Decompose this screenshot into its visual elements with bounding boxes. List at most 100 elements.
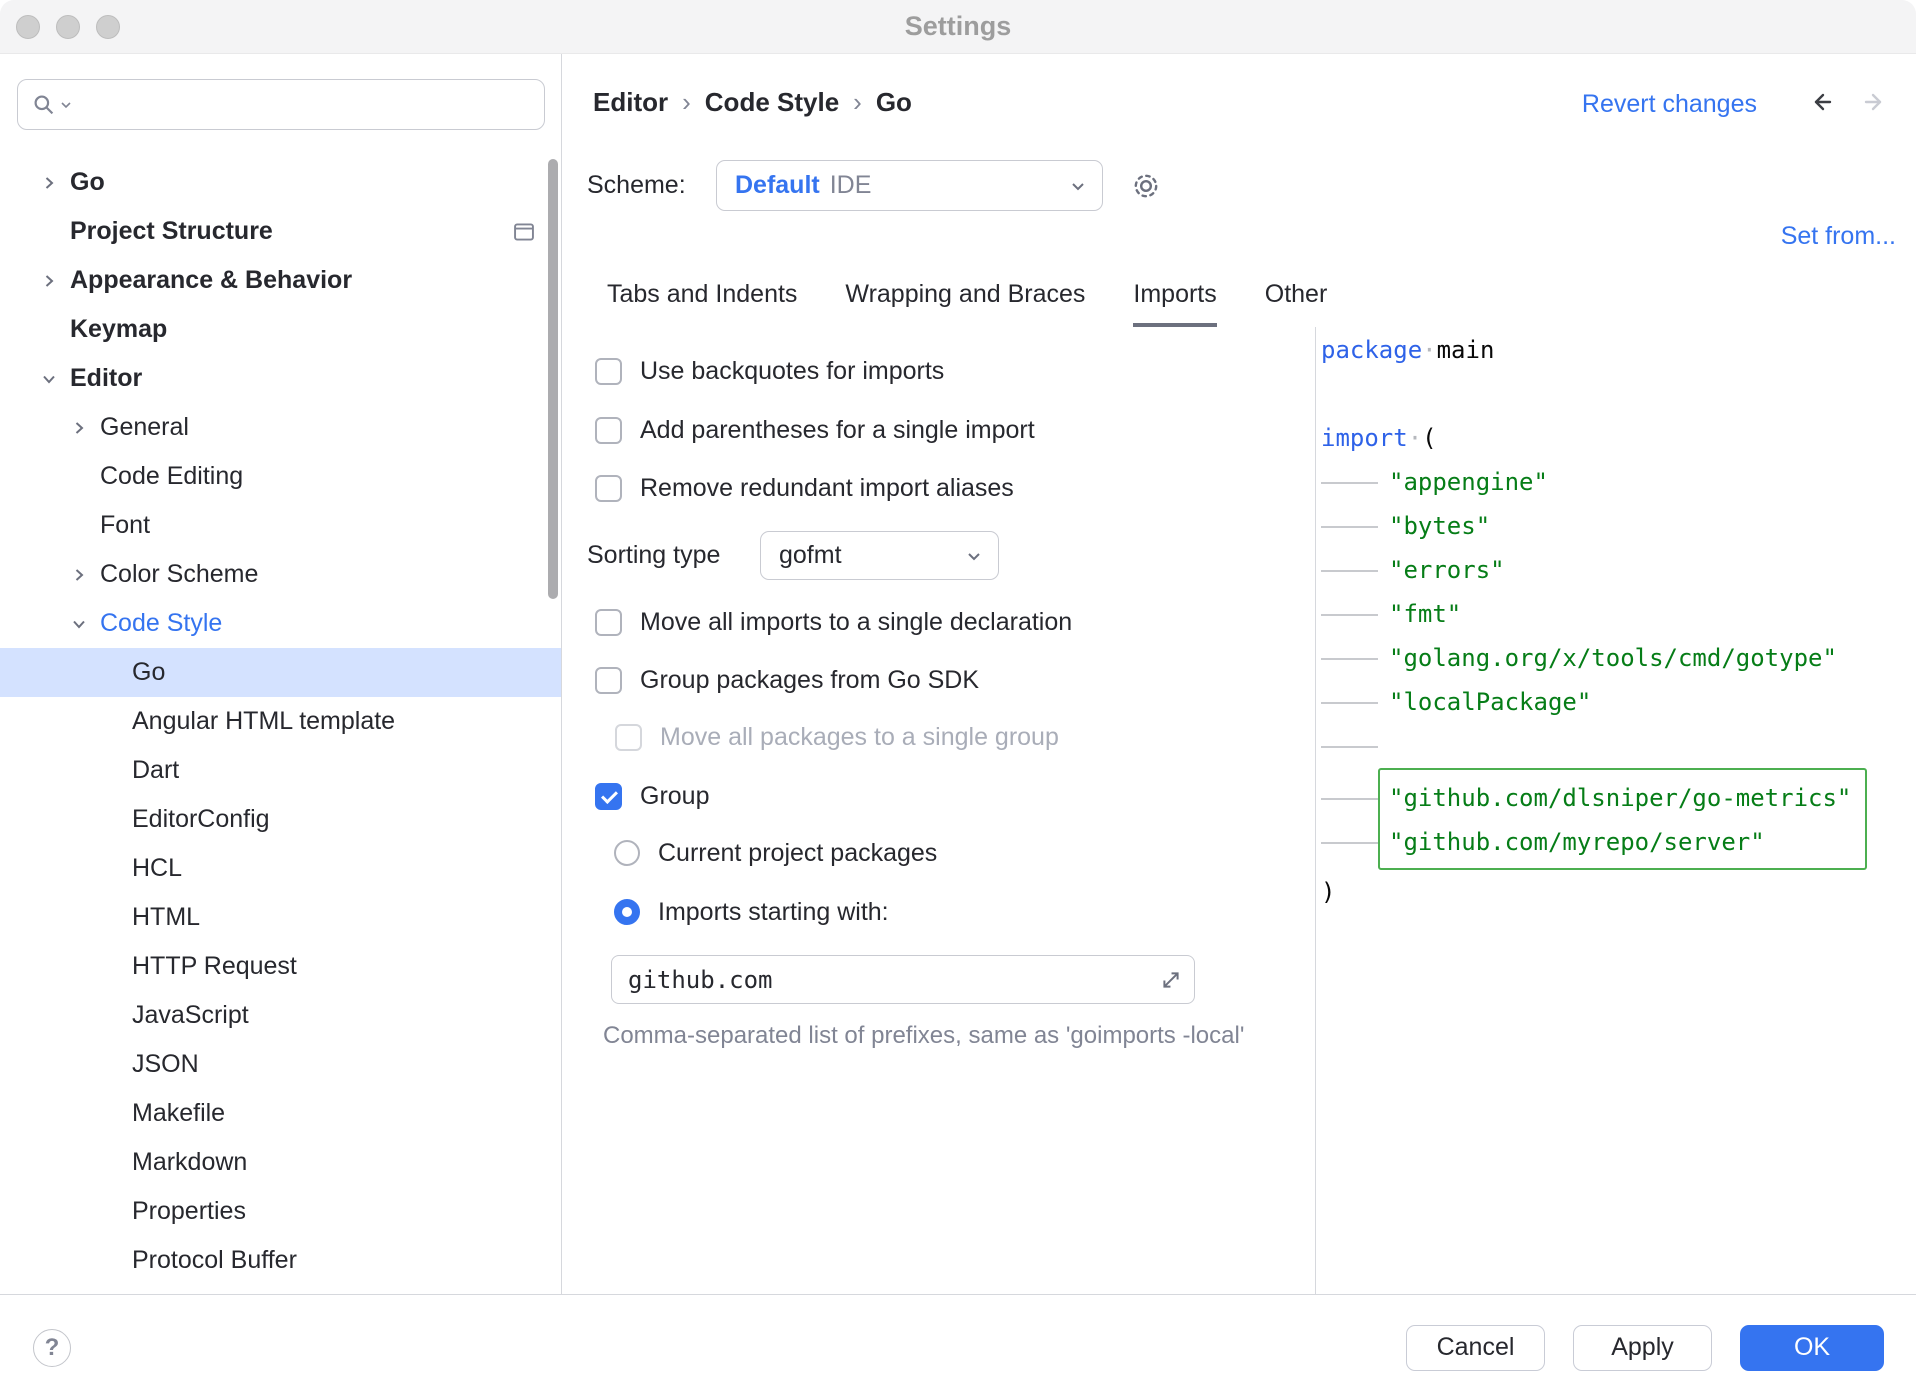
sidebar-item-editorconfig[interactable]: EditorConfig (0, 795, 561, 844)
option-add-parentheses[interactable]: Add parentheses for a single import (595, 413, 1035, 447)
scheme-value: Default (735, 171, 820, 200)
tab-label: Other (1265, 280, 1328, 308)
tab-imports[interactable]: Imports (1133, 280, 1216, 327)
chevron-right-icon[interactable] (40, 174, 70, 192)
sidebar-item-label: Editor (70, 364, 142, 393)
sidebar-item-properties[interactable]: Properties (0, 1187, 561, 1236)
radio-current-project-packages[interactable]: Current project packages (614, 836, 937, 870)
sidebar-item-appearance-behavior[interactable]: Appearance & Behavior (0, 256, 561, 305)
sidebar-item-protocol-buffer[interactable]: Protocol Buffer (0, 1236, 561, 1285)
chevron-down-icon[interactable] (40, 370, 70, 388)
prefix-hint: Comma-separated list of prefixes, same a… (603, 1022, 1244, 1050)
sidebar-item-label: EditorConfig (132, 805, 270, 834)
search-input[interactable] (76, 80, 530, 129)
apply-button[interactable]: Apply (1573, 1325, 1712, 1371)
tab-whitespace-guide (1321, 460, 1378, 504)
code-token: "golang.org/x/tools/cmd/gotype" (1389, 644, 1837, 672)
sidebar-item-markdown[interactable]: Markdown (0, 1138, 561, 1187)
help-button[interactable]: ? (33, 1329, 71, 1367)
settings-search-box[interactable] (17, 79, 545, 130)
code-line: package·main (1316, 328, 1916, 372)
tab-whitespace-guide (1321, 636, 1378, 680)
sidebar-item-go[interactable]: Go (0, 158, 561, 207)
code-line: "github.com/myrepo/server" (1389, 820, 1851, 864)
sidebar-item-editor[interactable]: Editor (0, 354, 561, 403)
cancel-button[interactable]: Cancel (1406, 1325, 1545, 1371)
footer-buttons: Cancel Apply OK (1406, 1325, 1884, 1371)
expand-icon[interactable] (1160, 969, 1182, 991)
breadcrumb-editor[interactable]: Editor (593, 87, 668, 118)
option-label: Imports starting with: (658, 898, 889, 927)
sidebar-item-general[interactable]: General (0, 403, 561, 452)
search-history-chevron-icon[interactable] (60, 99, 72, 111)
sidebar-item-dart[interactable]: Dart (0, 746, 561, 795)
back-arrow-button[interactable] (1806, 87, 1836, 117)
sidebar-item-go[interactable]: Go (0, 648, 561, 697)
checkbox-icon[interactable] (595, 667, 622, 694)
chevron-down-icon[interactable] (70, 615, 100, 633)
sidebar-item-http-request[interactable]: HTTP Request (0, 942, 561, 991)
code-line: "errors" (1316, 548, 1916, 592)
sidebar-tree: GoProject StructureAppearance & Behavior… (0, 158, 561, 1294)
sidebar-item-hcl[interactable]: HCL (0, 844, 561, 893)
tab-tabs-and-indents[interactable]: Tabs and Indents (607, 280, 797, 327)
gear-icon[interactable] (1129, 169, 1163, 203)
sidebar-item-makefile[interactable]: Makefile (0, 1089, 561, 1138)
checkbox-checked-icon[interactable] (595, 783, 622, 810)
checkbox-icon[interactable] (595, 358, 622, 385)
sidebar-item-label: Font (100, 511, 150, 540)
sorting-type-value: gofmt (779, 541, 842, 570)
radio-imports-starting-with[interactable]: Imports starting with: (614, 895, 889, 929)
scheme-label: Scheme: (587, 171, 716, 200)
tab-whitespace-guide (1321, 820, 1378, 864)
sidebar-item-angular-html-template[interactable]: Angular HTML template (0, 697, 561, 746)
ok-button[interactable]: OK (1740, 1325, 1884, 1371)
tab-whitespace-guide (1321, 680, 1378, 724)
chevron-right-icon[interactable] (70, 566, 100, 584)
revert-changes-link[interactable]: Revert changes (1582, 90, 1757, 119)
option-group[interactable]: Group (595, 779, 709, 813)
option-label: Group (640, 782, 709, 811)
radio-selected-icon[interactable] (614, 899, 640, 925)
sidebar-item-keymap[interactable]: Keymap (0, 305, 561, 354)
sidebar-item-font[interactable]: Font (0, 501, 561, 550)
chevron-right-icon[interactable] (40, 272, 70, 290)
option-group-go-sdk[interactable]: Group packages from Go SDK (595, 663, 979, 697)
radio-icon[interactable] (614, 840, 640, 866)
sidebar-item-json[interactable]: JSON (0, 1040, 561, 1089)
sidebar-item-label: Angular HTML template (132, 707, 395, 736)
chevron-right-icon[interactable] (70, 419, 100, 437)
code-line: "golang.org/x/tools/cmd/gotype" (1316, 636, 1916, 680)
sidebar-item-color-scheme[interactable]: Color Scheme (0, 550, 561, 599)
code-token: "github.com/myrepo/server" (1389, 828, 1765, 856)
sidebar-item-html[interactable]: HTML (0, 893, 561, 942)
option-label: Add parentheses for a single import (640, 416, 1035, 445)
sidebar-scrollbar[interactable] (548, 159, 558, 599)
sidebar-item-project-structure[interactable]: Project Structure (0, 207, 561, 256)
scheme-select[interactable]: Default IDE (716, 160, 1103, 211)
breadcrumb-code-style[interactable]: Code Style (705, 87, 839, 118)
imports-prefix-input[interactable]: github.com (611, 955, 1195, 1004)
sidebar-item-label: Keymap (70, 315, 167, 344)
code-token: "errors" (1389, 556, 1505, 584)
sidebar-item-code-style[interactable]: Code Style (0, 599, 561, 648)
forward-arrow-button[interactable] (1860, 87, 1890, 117)
sidebar-item-label: JavaScript (132, 1001, 249, 1030)
sidebar-item-code-editing[interactable]: Code Editing (0, 452, 561, 501)
checkbox-icon[interactable] (595, 417, 622, 444)
code-token: "localPackage" (1389, 688, 1591, 716)
tab-wrapping-and-braces[interactable]: Wrapping and Braces (845, 280, 1085, 327)
scheme-row: Scheme: Default IDE (587, 160, 1163, 211)
option-label: Remove redundant import aliases (640, 474, 1014, 503)
set-from-link[interactable]: Set from... (1781, 222, 1896, 251)
option-remove-redundant-aliases[interactable]: Remove redundant import aliases (595, 471, 1014, 505)
tab-whitespace-guide (1321, 504, 1378, 548)
sorting-type-select[interactable]: gofmt (760, 531, 999, 580)
tab-other[interactable]: Other (1265, 280, 1328, 327)
option-move-all-imports[interactable]: Move all imports to a single declaration (595, 605, 1072, 639)
option-use-backquotes[interactable]: Use backquotes for imports (595, 354, 944, 388)
checkbox-icon[interactable] (595, 609, 622, 636)
checkbox-icon[interactable] (595, 475, 622, 502)
tab-label: Wrapping and Braces (845, 280, 1085, 308)
sidebar-item-javascript[interactable]: JavaScript (0, 991, 561, 1040)
